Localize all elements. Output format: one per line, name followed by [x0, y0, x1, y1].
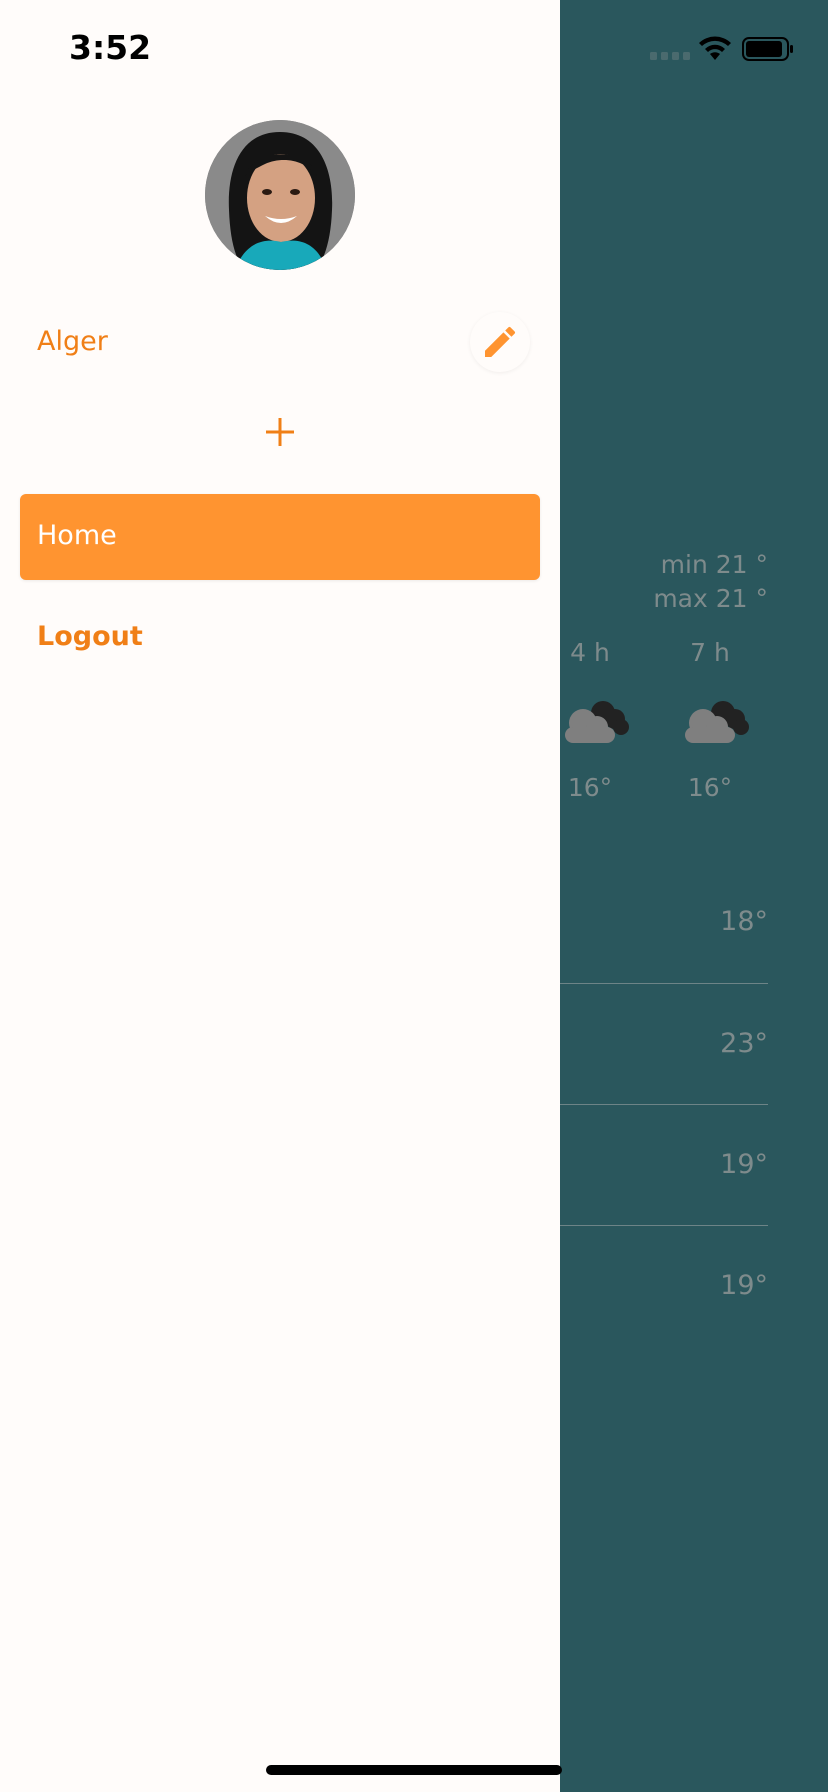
navigation-drawer: Alger Home Logout	[0, 0, 560, 1792]
menu-item-home[interactable]: Home	[20, 494, 540, 580]
plus-icon	[266, 418, 294, 446]
day-temperature: 18°	[720, 906, 768, 937]
user-name: Alger	[37, 326, 108, 357]
status-bar-time: 3:52	[69, 28, 152, 67]
menu-item-label: Logout	[37, 621, 143, 652]
day-temperature: 23°	[720, 1028, 768, 1059]
add-location-button[interactable]	[258, 410, 302, 454]
pencil-icon	[485, 326, 516, 357]
edit-profile-button[interactable]	[470, 312, 530, 372]
profile-photo	[205, 120, 355, 270]
day-temperature: 19°	[720, 1270, 768, 1301]
divider	[560, 1225, 768, 1226]
menu-item-label: Home	[37, 520, 117, 551]
hour-label: 7 h	[690, 638, 730, 667]
avatar[interactable]	[205, 120, 355, 270]
day-temperature: 19°	[720, 1149, 768, 1180]
divider	[560, 1104, 768, 1105]
home-indicator	[266, 1765, 562, 1775]
max-temperature: max 21 °	[653, 584, 768, 613]
wifi-icon	[699, 36, 731, 60]
menu-item-logout[interactable]: Logout	[20, 600, 540, 678]
cloud-icon	[565, 701, 629, 743]
cellular-signal-icon	[650, 52, 690, 60]
battery-icon	[742, 37, 793, 61]
min-temperature: min 21 °	[660, 550, 768, 579]
divider	[560, 983, 768, 984]
cloud-icon	[685, 701, 749, 743]
hour-temperature: 16°	[687, 773, 733, 802]
